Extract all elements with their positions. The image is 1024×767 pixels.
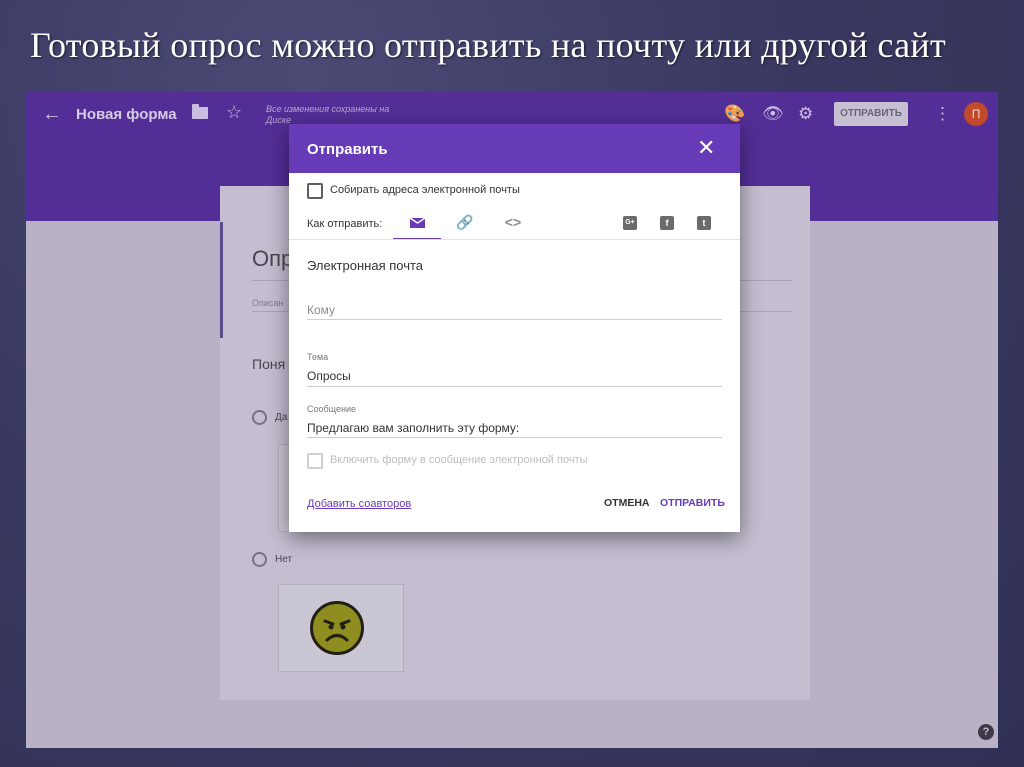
option-image: [278, 584, 404, 672]
message-input[interactable]: Предлагаю вам заполнить эту форму:: [307, 421, 519, 435]
include-form-label[interactable]: Включить форму в сообщение электронной п…: [330, 454, 588, 466]
arrow-left-icon[interactable]: ←: [42, 104, 62, 124]
embed-code-icon: <>: [504, 214, 522, 230]
twitter-icon[interactable]: t: [697, 216, 711, 230]
star-icon[interactable]: ☆: [226, 102, 242, 123]
collect-emails-checkbox[interactable]: [307, 183, 323, 199]
question-title[interactable]: Поня: [252, 356, 285, 372]
send-dialog: Отправить ✕ Собирать адреса электронной …: [289, 124, 740, 532]
cancel-button[interactable]: ОТМЕНА: [604, 497, 650, 509]
divider: [289, 239, 740, 240]
include-form-checkbox[interactable]: [307, 453, 323, 469]
option-label: Нет: [275, 554, 293, 565]
to-input[interactable]: Кому: [307, 303, 335, 317]
tab-embed[interactable]: <>: [489, 208, 537, 238]
tab-email[interactable]: [393, 208, 441, 240]
collect-emails-label[interactable]: Собирать адреса электронной почты: [330, 184, 520, 196]
subject-label: Тема: [307, 352, 329, 362]
form-accent-bar: [220, 222, 223, 338]
subject-underline: [307, 386, 722, 387]
facebook-icon[interactable]: f: [660, 216, 674, 230]
dialog-header: Отправить ✕: [289, 124, 740, 173]
link-icon: 🔗: [456, 214, 474, 230]
send-button[interactable]: ОТПРАВИТЬ: [660, 497, 725, 509]
radio-option-yes[interactable]: [252, 410, 267, 425]
send-via-label: Как отправить:: [307, 218, 383, 230]
option-label: Да: [275, 412, 288, 423]
help-icon[interactable]: ?: [978, 724, 994, 740]
add-collaborators-link[interactable]: Добавить соавторов: [307, 498, 411, 510]
dialog-title: Отправить: [307, 141, 388, 158]
close-icon[interactable]: ✕: [697, 136, 715, 160]
message-underline: [307, 437, 722, 438]
form-title[interactable]: Опр: [252, 246, 293, 272]
folder-icon[interactable]: [192, 104, 208, 119]
avatar[interactable]: П: [964, 102, 988, 126]
slide-title: Готовый опрос можно отправить на почту и…: [30, 25, 946, 65]
radio-option-no[interactable]: [252, 552, 267, 567]
message-label: Сообщение: [307, 404, 356, 414]
eye-icon[interactable]: 👁: [762, 104, 784, 124]
to-input-underline: [307, 319, 722, 320]
email-icon: [409, 218, 425, 228]
subject-input[interactable]: Опросы: [307, 369, 351, 383]
gear-icon[interactable]: ⚙: [798, 104, 813, 124]
angry-face-icon: [310, 601, 364, 655]
tab-link[interactable]: 🔗: [441, 208, 489, 238]
more-vert-icon[interactable]: ⋮: [934, 104, 951, 124]
form-name[interactable]: Новая форма: [76, 106, 177, 123]
save-status: Все изменения сохранены на Диске: [266, 104, 390, 125]
google-plus-icon[interactable]: G+: [623, 216, 637, 230]
palette-icon[interactable]: 🎨: [724, 104, 745, 124]
header-send-button[interactable]: ОТПРАВИТЬ: [834, 102, 908, 126]
form-description[interactable]: Описан: [252, 298, 283, 308]
section-title: Электронная почта: [307, 258, 424, 273]
